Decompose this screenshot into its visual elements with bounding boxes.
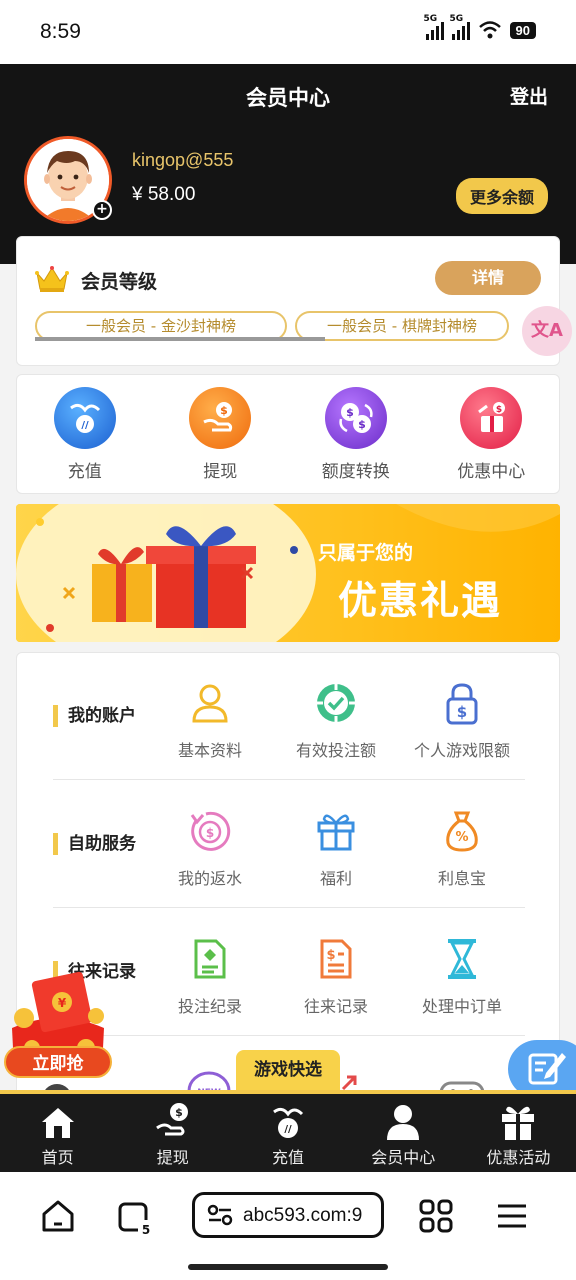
- withdraw-icon: $: [189, 387, 252, 449]
- nav-withdraw[interactable]: $ 提现: [115, 1094, 230, 1172]
- translate-icon[interactable]: 文A: [522, 306, 572, 356]
- menu-icon[interactable]: [492, 1196, 532, 1236]
- home-indicator[interactable]: [188, 1264, 388, 1270]
- divider: [53, 907, 525, 908]
- promo-center-button[interactable]: $ 优惠中心: [424, 375, 560, 493]
- more-balance-button[interactable]: 更多余额: [455, 178, 548, 214]
- svg-text:¥: ¥: [58, 996, 67, 1010]
- wifi-icon: [478, 21, 501, 39]
- nav-promotions[interactable]: 优惠活动: [461, 1094, 576, 1172]
- browser-toolbar: 5 abc593.com:9: [0, 1172, 576, 1280]
- game-limit-button[interactable]: $ 个人游戏限额: [397, 681, 527, 761]
- site-settings-icon: [207, 1204, 233, 1226]
- svg-text:$: $: [358, 418, 366, 431]
- money-bag-icon: %: [446, 811, 478, 852]
- user-icon: [192, 684, 228, 723]
- deposit-icon: //: [273, 1107, 304, 1138]
- apps-grid-icon[interactable]: [416, 1196, 456, 1236]
- svg-text:%: %: [455, 830, 468, 845]
- section-label: 我的账户: [53, 705, 136, 727]
- withdraw-icon: $: [155, 1103, 188, 1136]
- divider: [53, 779, 525, 780]
- transaction-record-icon: $: [320, 939, 352, 979]
- divider: [53, 1035, 525, 1036]
- signal-icon: 5G: [424, 14, 444, 40]
- pending-orders-button[interactable]: 处理中订单: [397, 937, 527, 1017]
- balance-amount: ¥ 58.00: [132, 184, 196, 205]
- battery-icon: 90: [509, 21, 536, 39]
- home-icon: [41, 1108, 74, 1138]
- crown-icon: [35, 266, 69, 292]
- status-bar: 8:59 5G 5G 90: [0, 0, 576, 64]
- page-title: 会员中心: [246, 86, 330, 110]
- svg-text:$: $: [175, 1106, 183, 1119]
- gift-icon: [502, 1106, 535, 1140]
- svg-text:$: $: [206, 826, 214, 840]
- menu-section-self-service: 自助服务 $ 我的返水 福利 % 利息宝: [17, 781, 561, 909]
- svg-text:$: $: [496, 405, 502, 415]
- member-level-card: 会员等级 详情 一般会员 - 金沙封神榜 一般会员 - 棋牌封神榜: [16, 236, 560, 366]
- status-time: 8:59: [40, 20, 81, 43]
- rebate-button[interactable]: $ 我的返水: [145, 809, 275, 889]
- signal-icon: 5G: [450, 14, 470, 40]
- banner-title: 优惠礼遇: [338, 579, 503, 624]
- nav-member-center[interactable]: 会员中心: [346, 1094, 461, 1172]
- bottom-nav: 首页 $ 提现 // 充值 会员中心 优惠活动: [0, 1090, 576, 1172]
- tabs-icon[interactable]: 5: [114, 1196, 154, 1236]
- menu-section-account: 我的账户 基本资料 有效投注额 $ 个人游戏限额: [17, 653, 561, 781]
- quick-actions: // 充值 $ 提现 $ $ 额度转换 $ 优惠中心: [16, 374, 560, 494]
- promo-banner[interactable]: 只属于您的 优惠礼遇: [16, 504, 560, 642]
- level-tag[interactable]: 一般会员 - 棋牌封神榜: [295, 311, 509, 341]
- nav-deposit[interactable]: // 充值: [230, 1094, 345, 1172]
- svg-text:5: 5: [142, 1223, 150, 1236]
- transfer-icon: $ $: [324, 387, 387, 449]
- transaction-record-button[interactable]: $ 往来记录: [271, 937, 401, 1017]
- deposit-button[interactable]: // 充值: [17, 375, 153, 493]
- url-text: abc593.com:9: [243, 1205, 363, 1226]
- logout-button[interactable]: 登出: [510, 82, 548, 109]
- withdraw-button[interactable]: $ 提现: [153, 375, 289, 493]
- url-bar[interactable]: abc593.com:9: [192, 1192, 384, 1238]
- svg-text://: //: [284, 1124, 292, 1135]
- interest-button[interactable]: % 利息宝: [397, 809, 527, 889]
- hourglass-icon: [448, 939, 476, 979]
- section-label: 自助服务: [53, 833, 136, 855]
- level-title: 会员等级: [81, 271, 158, 293]
- banner-subtitle: 只属于您的: [318, 542, 414, 564]
- svg-text://: //: [81, 420, 89, 431]
- bet-record-button[interactable]: 投注纪录: [145, 937, 275, 1017]
- svg-text:$: $: [346, 406, 354, 419]
- status-icons: 5G 5G 90: [424, 14, 536, 40]
- promo-icon: $: [460, 387, 523, 449]
- rebate-icon: $: [190, 811, 231, 851]
- chip-check-icon: [317, 684, 355, 722]
- lock-dollar-icon: $: [446, 683, 478, 725]
- bet-record-icon: [194, 939, 226, 979]
- grab-now-button[interactable]: 立即抢: [4, 1046, 112, 1078]
- svg-text:$: $: [220, 404, 228, 417]
- gift-icon: [317, 814, 355, 851]
- deposit-icon: //: [53, 387, 116, 449]
- transfer-button[interactable]: $ $ 额度转换: [288, 375, 424, 493]
- game-quick-select-tab[interactable]: 游戏快选: [236, 1050, 340, 1090]
- member-icon: [387, 1105, 420, 1140]
- basic-info-button[interactable]: 基本资料: [145, 681, 275, 761]
- edit-icon: [528, 1053, 566, 1085]
- level-detail-button[interactable]: 详情: [435, 261, 541, 295]
- nav-home[interactable]: 首页: [0, 1094, 115, 1172]
- browser-home-icon[interactable]: [38, 1196, 78, 1236]
- welfare-button[interactable]: 福利: [271, 809, 401, 889]
- svg-text:$: $: [326, 948, 335, 963]
- valid-bet-button[interactable]: 有效投注额: [271, 681, 401, 761]
- horizontal-scrollbar[interactable]: [35, 337, 325, 341]
- username: kingop@555: [132, 150, 234, 170]
- svg-text:$: $: [457, 703, 467, 721]
- add-avatar-icon[interactable]: +: [92, 200, 112, 220]
- member-header: 会员中心 登出 + kingop@555 ¥ 58.00 更多余额: [0, 64, 576, 264]
